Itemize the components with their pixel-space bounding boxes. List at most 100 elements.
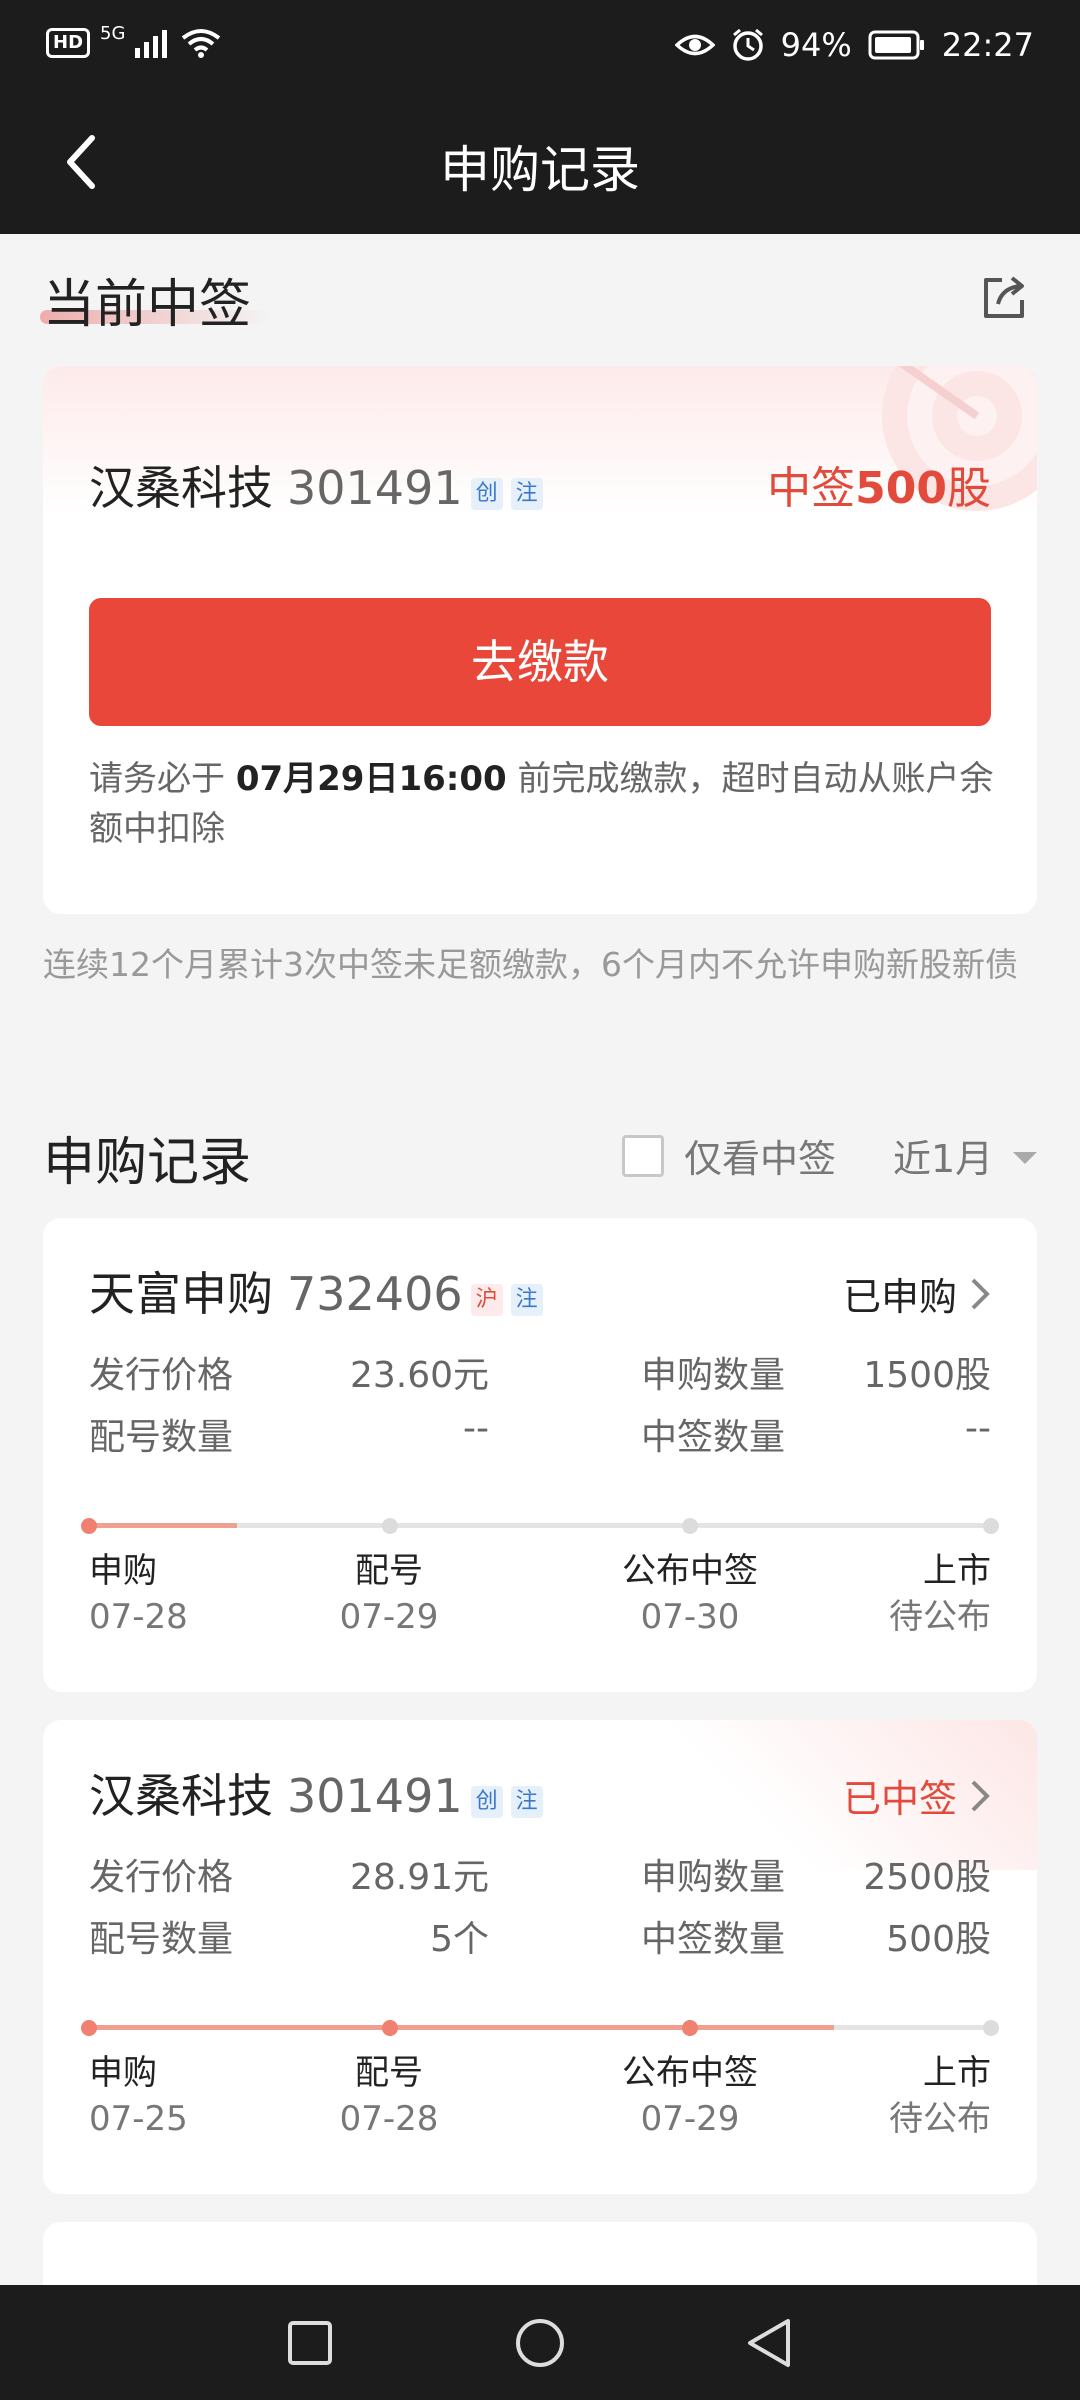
record-code: 301491: [287, 1769, 463, 1823]
step-date: 07-28: [89, 1597, 188, 1637]
step-label: 上市: [923, 1551, 991, 1591]
network-type: 5G: [100, 22, 126, 44]
step-dot: [983, 2020, 999, 2036]
step-dot: [682, 1518, 699, 1534]
record-name: 汉桑科技: [89, 1769, 273, 1823]
status-right: 94% 22:27: [674, 26, 1034, 64]
apply-qty-value: 1500股: [863, 1355, 991, 1396]
issue-price-value: 23.60元: [349, 1355, 489, 1396]
signal-icon: [135, 30, 168, 58]
only-winning-checkbox[interactable]: [622, 1134, 664, 1177]
record-name: 天富申购: [89, 1267, 273, 1321]
step-date: 待公布: [889, 2099, 991, 2139]
system-nav-bar: [0, 2285, 1080, 2400]
record-status[interactable]: 已中签: [843, 1768, 991, 1823]
current-stock-line: 汉桑科技 301491 创注: [89, 452, 543, 518]
only-winning-filter[interactable]: 仅看中签: [622, 1128, 836, 1183]
progress-steps: 申购 07-28 配号 07-29 公布中签 07-30 上市 待公布: [89, 1548, 991, 1648]
circle-home-icon[interactable]: [514, 2317, 566, 2369]
progress-fill: [95, 1523, 238, 1528]
record-row: 发行价格 28.91元 申购数量 2500股: [89, 1848, 991, 1908]
step-date: 07-29: [339, 1597, 439, 1637]
note-deadline: 07月29日16:00: [235, 759, 507, 799]
progress-timeline: [81, 2020, 999, 2036]
step-apply: 申购 07-28: [89, 1548, 188, 1640]
win-prefix: 中签: [767, 463, 856, 514]
warning-text: 连续12个月累计3次中签未足额缴款，6个月内不允许申购新股新债: [43, 945, 1018, 984]
progress-steps: 申购 07-25 配号 07-28 公布中签 07-29 上市 待公布: [89, 2050, 991, 2150]
step-dot: [682, 2020, 699, 2036]
win-qty-value: --: [965, 1408, 991, 1449]
page-title: 申购记录: [440, 141, 640, 199]
record-head: 天富申购 732406 沪注 已申购: [89, 1258, 991, 1338]
apply-qty-label: 申购数量: [641, 1355, 786, 1396]
record-row: 发行价格 23.60元 申购数量 1500股: [89, 1346, 991, 1406]
step-apply: 申购 07-25: [89, 2050, 188, 2142]
match-qty-value: --: [463, 1408, 489, 1449]
current-winning-card: 汉桑科技 301491 创注 中签500股 去缴款 请务必于 07月29日16:00…: [43, 366, 1037, 914]
step-dot: [381, 1518, 398, 1534]
current-section-title: 当前中签: [43, 275, 252, 335]
top-bar: HD 5G 94% 22:27 申购记录: [0, 0, 1080, 234]
step-date: 07-30: [640, 1597, 740, 1637]
issue-price-value: 28.91元: [349, 1857, 489, 1898]
step-date: 待公布: [889, 1597, 991, 1637]
step-date: 07-25: [89, 2099, 188, 2139]
match-qty-label: 配号数量: [89, 1919, 234, 1960]
period-value: 近1月: [893, 1137, 994, 1181]
hd-badge: HD: [46, 28, 91, 58]
tag-chuang: 创: [470, 477, 503, 510]
pay-note: 请务必于 07月29日16:00 前完成缴款，超时自动从账户余额中扣除: [89, 754, 999, 854]
triangle-back-icon[interactable]: [744, 2317, 794, 2369]
step-dot: [81, 1518, 97, 1534]
step-date: 07-28: [339, 2099, 439, 2139]
chevron-right-icon: [971, 1780, 990, 1811]
win-amount-text: 中签500股: [767, 452, 991, 516]
win-qty-label: 中签数量: [641, 1919, 786, 1960]
chevron-right-icon: [971, 1278, 990, 1309]
stock-code: 301491: [287, 461, 463, 515]
record-row: 配号数量 5个 中签数量 500股: [89, 1910, 991, 1970]
step-dot: [81, 2020, 97, 2036]
record-row: 配号数量 -- 中签数量 --: [89, 1408, 991, 1468]
note-suffix: 前完成缴款，超时自动从账户余额中扣除: [89, 759, 994, 849]
alarm-icon: [732, 28, 763, 61]
status-left: HD 5G: [46, 23, 221, 58]
records-section-title: 申购记录: [43, 1133, 252, 1193]
step-label: 申购: [89, 2053, 157, 2093]
issue-price-label: 发行价格: [89, 1857, 234, 1898]
stock-name: 汉桑科技: [89, 461, 273, 515]
step-label: 公布中签: [622, 2053, 758, 2093]
apply-qty-label: 申购数量: [641, 1857, 786, 1898]
match-qty-value: 5个: [430, 1919, 489, 1960]
record-status-text: 已申购: [842, 1275, 957, 1319]
step-date: 07-29: [640, 2099, 740, 2139]
tag-chuang: 创: [470, 1785, 503, 1818]
win-qty-label: 中签数量: [641, 1417, 786, 1458]
tag-zhu: 注: [510, 1785, 543, 1818]
record-status[interactable]: 已申购: [843, 1266, 991, 1321]
dropdown-triangle-icon: [1013, 1151, 1038, 1164]
tag-hu: 沪: [470, 1283, 503, 1316]
note-prefix: 请务必于: [89, 759, 225, 799]
period-select[interactable]: 近1月: [893, 1128, 1038, 1183]
win-unit: 股: [947, 463, 991, 514]
pay-button[interactable]: 去缴款: [89, 598, 991, 726]
match-qty-label: 配号数量: [89, 1417, 234, 1458]
wifi-icon: [182, 29, 221, 58]
record-status-text: 已中签: [842, 1777, 957, 1821]
step-dot: [983, 1518, 999, 1534]
step-listing: 上市 待公布: [889, 2050, 991, 2142]
record-card[interactable]: 天富申购 732406 沪注 已申购 发行价格 23.60元 申购数量 1500股 …: [43, 1218, 1037, 1692]
step-label: 公布中签: [622, 1551, 758, 1591]
record-card[interactable]: 汉桑科技 301491 创注 已中签 发行价格 28.91元 申购数量 2500股 …: [43, 1720, 1037, 2194]
step-dot: [381, 2020, 398, 2036]
step-label: 上市: [923, 2053, 991, 2093]
only-winning-label: 仅看中签: [684, 1137, 837, 1181]
share-icon[interactable]: [980, 272, 1030, 322]
square-icon[interactable]: [286, 2319, 334, 2367]
step-label: 申购: [89, 1551, 157, 1591]
eye-icon: [674, 34, 715, 56]
issue-price-label: 发行价格: [89, 1355, 234, 1396]
clock-time: 22:27: [941, 26, 1034, 64]
